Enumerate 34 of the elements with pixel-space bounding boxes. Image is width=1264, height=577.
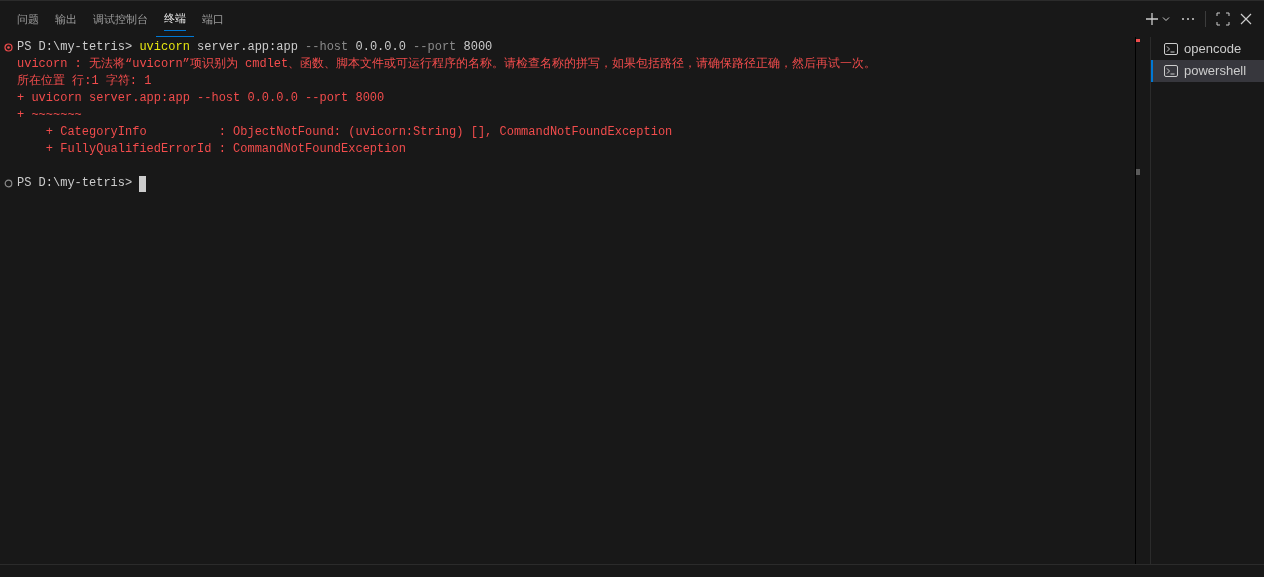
terminal-text: + FullyQualifiedErrorId : CommandNotFoundException xyxy=(44,141,406,158)
error-status-icon[interactable] xyxy=(4,43,13,52)
terminal-name: opencode xyxy=(1184,40,1242,59)
terminal-text: server.app:app xyxy=(196,39,299,56)
chevron-down-icon[interactable] xyxy=(1161,14,1171,24)
terminal-text: 所在位置 行:1 字符: 1 xyxy=(17,73,152,90)
panel-tab[interactable]: 调试控制台 xyxy=(85,1,156,37)
status-circle-icon[interactable] xyxy=(4,179,13,188)
terminal-text: --port xyxy=(413,39,457,56)
terminal-text: + ~~~~~~~ xyxy=(17,107,82,124)
more-icon[interactable] xyxy=(1181,17,1195,21)
terminal-text: 0.0.0.0 xyxy=(354,39,407,56)
panel-tab[interactable]: 问题 xyxy=(9,1,47,37)
terminal-text: 8000 xyxy=(462,39,493,56)
terminal-text: PS D:\my-tetris> xyxy=(17,175,134,192)
maximize-icon[interactable] xyxy=(1216,12,1230,26)
terminal-name: powershell xyxy=(1184,62,1247,81)
terminal-list-item[interactable]: powershell xyxy=(1151,60,1264,82)
terminal-icon xyxy=(1163,63,1179,79)
terminal-text: PS D:\my-tetris> xyxy=(17,39,134,56)
error-marker xyxy=(1136,39,1140,42)
close-icon[interactable] xyxy=(1240,13,1252,25)
terminal-text: uvicorn : 无法将“uvicorn”项识别为 cmdlet、函数、脚本文件或可运行程序的名称。请检查名称的拼写，如果包括路径，请确保路径正确，然后再试一次。 xyxy=(17,56,877,73)
terminal-text: + uvicorn server.app:app --host 0.0.0.0 --port 8000 xyxy=(17,90,385,107)
scrollbar-thumb[interactable] xyxy=(1136,169,1140,175)
plus-icon[interactable] xyxy=(1145,12,1159,26)
panel-tab[interactable]: 端口 xyxy=(194,1,232,37)
terminal-text: --host xyxy=(305,39,349,56)
terminal-text: uvicorn xyxy=(139,39,190,56)
panel-tab[interactable]: 终端 xyxy=(156,1,194,37)
terminal-text: + CategoryInfo : ObjectNotFound: (uvicorn:String) [], CommandNotFoundException xyxy=(44,124,673,141)
panel-tab[interactable]: 输出 xyxy=(47,1,85,37)
terminal-list-item[interactable]: opencode xyxy=(1151,38,1264,60)
terminal-icon xyxy=(1163,41,1179,57)
